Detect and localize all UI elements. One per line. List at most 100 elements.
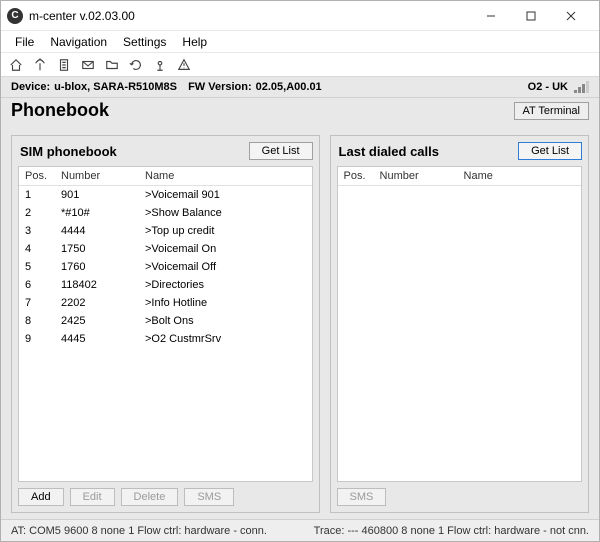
dialed-grid-header: Pos. Number Name xyxy=(338,167,581,186)
col-pos-header[interactable]: Pos. xyxy=(344,170,380,182)
sim-panel-head: SIM phonebook Get List xyxy=(18,142,313,166)
sim-grid-body: 1901>Voicemail 9012*#10#>Show Balance344… xyxy=(19,186,312,348)
table-row[interactable]: 34444>Top up credit xyxy=(19,222,312,240)
sim-panel-buttons: Add Edit Delete SMS xyxy=(18,482,313,506)
cell-number: 901 xyxy=(61,189,145,201)
cell-number: *#10# xyxy=(61,207,145,219)
sim-phonebook-panel: SIM phonebook Get List Pos. Number Name … xyxy=(11,135,320,513)
mail-icon[interactable] xyxy=(79,56,97,74)
app-icon: C xyxy=(7,8,23,24)
cell-number: 4445 xyxy=(61,333,145,345)
window-title: m-center v.02.03.00 xyxy=(29,9,135,23)
col-number-header[interactable]: Number xyxy=(61,170,145,182)
col-name-header[interactable]: Name xyxy=(145,170,306,182)
cell-number: 2202 xyxy=(61,297,145,309)
close-icon xyxy=(566,11,576,21)
cell-name: >Show Balance xyxy=(145,207,306,219)
cell-pos: 1 xyxy=(25,189,61,201)
cell-pos: 5 xyxy=(25,261,61,273)
minimize-button[interactable] xyxy=(471,2,511,30)
cell-number: 2425 xyxy=(61,315,145,327)
cell-pos: 3 xyxy=(25,225,61,237)
maximize-icon xyxy=(526,11,536,21)
antenna-icon[interactable] xyxy=(31,56,49,74)
cell-number: 1750 xyxy=(61,243,145,255)
table-row[interactable]: 2*#10#>Show Balance xyxy=(19,204,312,222)
cell-pos: 2 xyxy=(25,207,61,219)
cell-name: >Directories xyxy=(145,279,306,291)
edit-button[interactable]: Edit xyxy=(70,488,115,506)
location-icon[interactable] xyxy=(151,56,169,74)
cell-number: 1760 xyxy=(61,261,145,273)
last-dialed-panel: Last dialed calls Get List Pos. Number N… xyxy=(330,135,589,513)
cell-pos: 7 xyxy=(25,297,61,309)
dialed-sms-button[interactable]: SMS xyxy=(337,488,387,506)
page-header: Phonebook AT Terminal xyxy=(1,98,599,127)
fw-label: FW Version: xyxy=(188,81,252,93)
sim-grid-header: Pos. Number Name xyxy=(19,167,312,186)
status-right: Trace: --- 460800 8 none 1 Flow ctrl: ha… xyxy=(314,525,589,537)
at-terminal-button[interactable]: AT Terminal xyxy=(514,102,589,120)
sms-button[interactable]: SMS xyxy=(184,488,234,506)
delete-button[interactable]: Delete xyxy=(121,488,179,506)
titlebar: C m-center v.02.03.00 xyxy=(1,1,599,31)
col-name-header[interactable]: Name xyxy=(464,170,575,182)
operator-info: O2 - UK xyxy=(528,81,589,93)
fw-value: 02.05,A00.01 xyxy=(256,81,322,93)
cell-number: 118402 xyxy=(61,279,145,291)
window-controls xyxy=(471,2,591,30)
operator-name: O2 - UK xyxy=(528,81,568,93)
dialed-panel-buttons: SMS xyxy=(337,482,582,506)
cell-name: >Info Hotline xyxy=(145,297,306,309)
folder-icon[interactable] xyxy=(103,56,121,74)
cell-pos: 4 xyxy=(25,243,61,255)
device-label: Device: xyxy=(11,81,50,93)
warning-icon[interactable] xyxy=(175,56,193,74)
sim-panel-title: SIM phonebook xyxy=(20,144,117,159)
dialed-panel-title: Last dialed calls xyxy=(339,144,439,159)
device-value: u-blox, SARA-R510M8S xyxy=(54,81,177,93)
status-left: AT: COM5 9600 8 none 1 Flow ctrl: hardwa… xyxy=(11,525,267,537)
menu-settings[interactable]: Settings xyxy=(117,33,172,51)
signal-icon xyxy=(574,81,589,93)
titlebar-left: C m-center v.02.03.00 xyxy=(7,8,135,24)
cell-name: >Bolt Ons xyxy=(145,315,306,327)
table-row[interactable]: 6118402>Directories xyxy=(19,276,312,294)
document-icon[interactable] xyxy=(55,56,73,74)
menu-file[interactable]: File xyxy=(9,33,40,51)
sim-getlist-button[interactable]: Get List xyxy=(249,142,313,160)
cell-pos: 9 xyxy=(25,333,61,345)
app-window: C m-center v.02.03.00 File Navigation Se… xyxy=(0,0,600,542)
cell-name: >O2 CustmrSrv xyxy=(145,333,306,345)
table-row[interactable]: 1901>Voicemail 901 xyxy=(19,186,312,204)
minimize-icon xyxy=(486,11,496,21)
sim-grid[interactable]: Pos. Number Name 1901>Voicemail 9012*#10… xyxy=(18,166,313,482)
main-area: SIM phonebook Get List Pos. Number Name … xyxy=(1,127,599,519)
table-row[interactable]: 72202>Info Hotline xyxy=(19,294,312,312)
refresh-icon[interactable] xyxy=(127,56,145,74)
dialed-panel-head: Last dialed calls Get List xyxy=(337,142,582,166)
page-title: Phonebook xyxy=(11,100,109,121)
dialed-grid[interactable]: Pos. Number Name xyxy=(337,166,582,482)
maximize-button[interactable] xyxy=(511,2,551,30)
menu-navigation[interactable]: Navigation xyxy=(44,33,113,51)
home-icon[interactable] xyxy=(7,56,25,74)
table-row[interactable]: 82425>Bolt Ons xyxy=(19,312,312,330)
add-button[interactable]: Add xyxy=(18,488,64,506)
dialed-getlist-button[interactable]: Get List xyxy=(518,142,582,160)
table-row[interactable]: 41750>Voicemail On xyxy=(19,240,312,258)
close-button[interactable] xyxy=(551,2,591,30)
col-number-header[interactable]: Number xyxy=(380,170,464,182)
table-row[interactable]: 51760>Voicemail Off xyxy=(19,258,312,276)
col-pos-header[interactable]: Pos. xyxy=(25,170,61,182)
cell-pos: 8 xyxy=(25,315,61,327)
cell-name: >Top up credit xyxy=(145,225,306,237)
cell-number: 4444 xyxy=(61,225,145,237)
statusbar: AT: COM5 9600 8 none 1 Flow ctrl: hardwa… xyxy=(1,519,599,541)
table-row[interactable]: 94445>O2 CustmrSrv xyxy=(19,330,312,348)
toolbar xyxy=(1,53,599,77)
cell-pos: 6 xyxy=(25,279,61,291)
menu-help[interactable]: Help xyxy=(176,33,213,51)
cell-name: >Voicemail On xyxy=(145,243,306,255)
cell-name: >Voicemail Off xyxy=(145,261,306,273)
